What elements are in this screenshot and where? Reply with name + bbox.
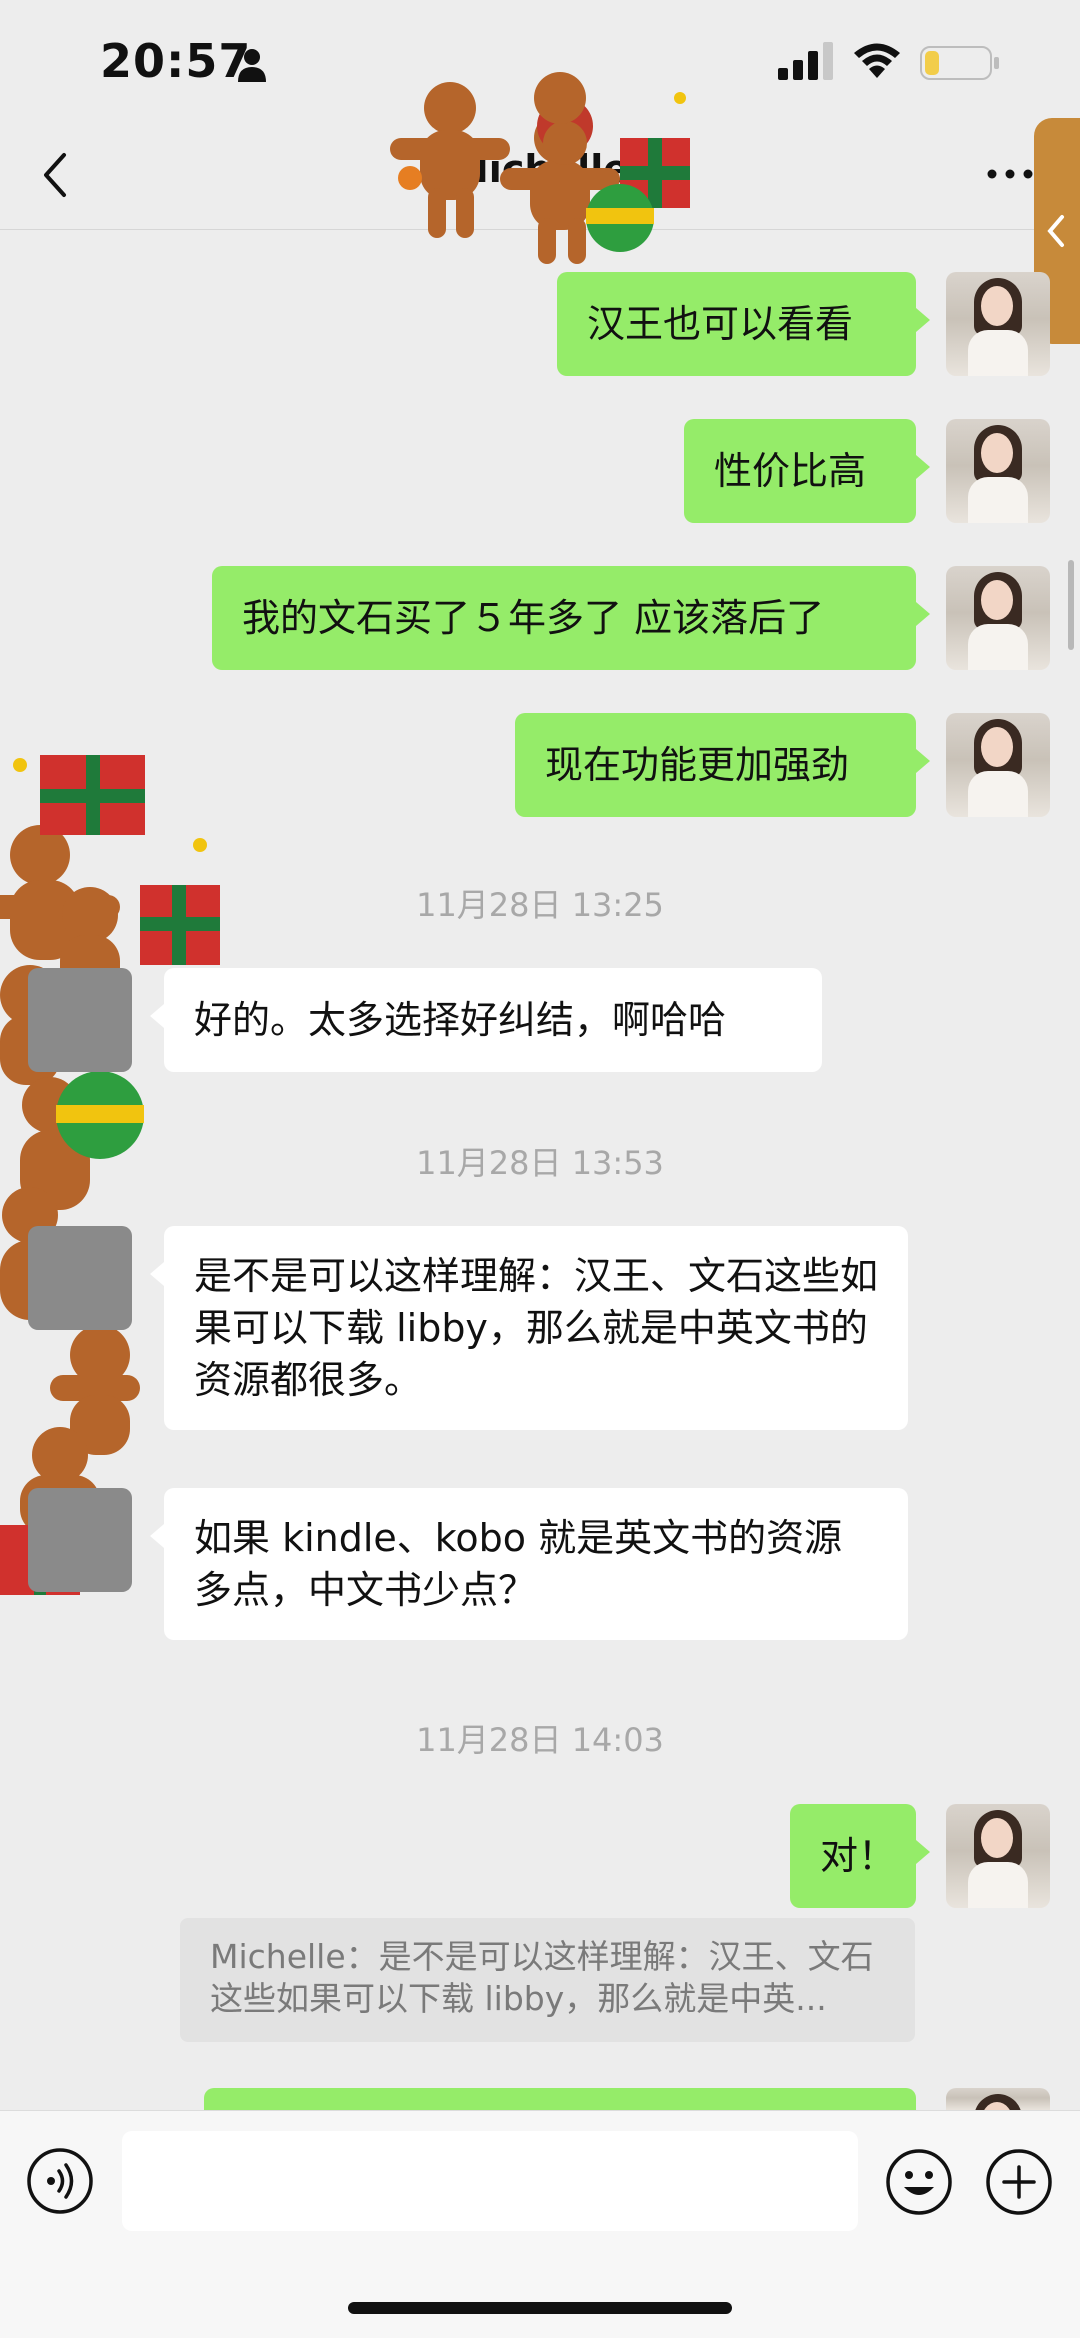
message-timestamp: 11月28日 13:25	[416, 886, 664, 924]
contact-avatar[interactable]	[28, 1226, 132, 1330]
message-bubble-sent[interactable]: 现在功能更加强劲	[515, 713, 930, 817]
contact-avatar[interactable]	[28, 968, 132, 1072]
my-avatar[interactable]	[946, 272, 1050, 376]
my-avatar[interactable]	[946, 566, 1050, 670]
message-bubble-received[interactable]: 是不是可以这样理解：汉王、文石这些如果可以下载 libby，那么就是中英文书的资…	[150, 1226, 908, 1430]
plus-icon[interactable]	[984, 2147, 1054, 2217]
message-bubble-received[interactable]: 好的。太多选择好纠结，啊哈哈	[150, 968, 822, 1072]
home-indicator[interactable]	[348, 2302, 732, 2314]
signal-icon	[778, 42, 833, 80]
chevron-left-icon	[1047, 215, 1064, 247]
status-time: 20:57	[100, 34, 252, 88]
contact-avatar[interactable]	[28, 1488, 132, 1592]
voice-icon[interactable]	[26, 2147, 94, 2215]
message-timestamp: 11月28日 13:53	[416, 1144, 664, 1182]
my-avatar[interactable]	[946, 2088, 1050, 2110]
message-input[interactable]	[122, 2131, 858, 2231]
emoji-icon[interactable]	[884, 2147, 954, 2217]
message-bubble-received[interactable]: 如果 kindle、kobo 就是英文书的资源多点，中文书少点？	[150, 1488, 908, 1640]
message-bubble-sent[interactable]: 汉王也可以看看	[557, 272, 930, 376]
my-avatar[interactable]	[946, 1804, 1050, 1908]
gingerbread-sticker	[390, 72, 690, 264]
person-icon	[238, 49, 266, 82]
battery-icon	[920, 46, 999, 80]
more-icon[interactable]	[982, 149, 1038, 199]
my-avatar[interactable]	[946, 713, 1050, 817]
quoted-message[interactable]: Michelle：是不是可以这样理解：汉王、文石这些如果可以下载 libby，那…	[180, 1918, 915, 2042]
message-bubble-sent[interactable]: 对！	[790, 1804, 930, 1908]
message-bubble-sent[interactable]: 我的文石买了５年多了 应该落后了	[212, 566, 930, 670]
my-avatar[interactable]	[946, 419, 1050, 523]
message-bubble-sent[interactable]: 性价比高	[684, 419, 930, 523]
scrollbar[interactable]	[1068, 560, 1074, 650]
message-timestamp: 11月28日 14:03	[416, 1721, 664, 1759]
wifi-icon	[854, 43, 900, 78]
